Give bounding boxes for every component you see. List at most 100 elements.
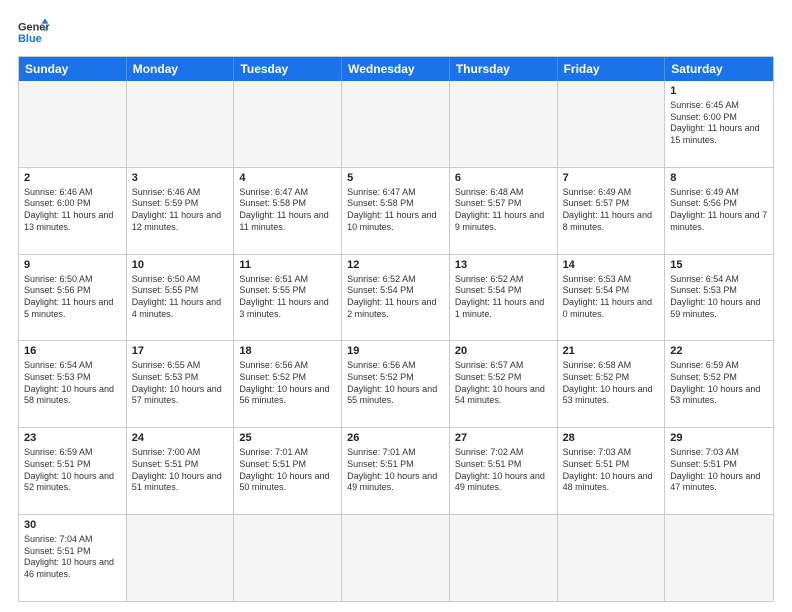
day-info: Sunrise: 6:52 AM Sunset: 5:54 PM Dayligh…	[455, 274, 552, 321]
calendar-cell: 23Sunrise: 6:59 AM Sunset: 5:51 PM Dayli…	[19, 428, 127, 514]
calendar-week-row: 2Sunrise: 6:46 AM Sunset: 6:00 PM Daylig…	[19, 167, 773, 254]
calendar-cell: 26Sunrise: 7:01 AM Sunset: 5:51 PM Dayli…	[342, 428, 450, 514]
calendar-header: SundayMondayTuesdayWednesdayThursdayFrid…	[19, 57, 773, 81]
day-info: Sunrise: 6:55 AM Sunset: 5:53 PM Dayligh…	[132, 360, 229, 407]
calendar-cell: 14Sunrise: 6:53 AM Sunset: 5:54 PM Dayli…	[558, 255, 666, 341]
day-number: 28	[563, 431, 660, 446]
day-number: 20	[455, 344, 552, 359]
calendar: SundayMondayTuesdayWednesdayThursdayFrid…	[18, 56, 774, 602]
day-info: Sunrise: 6:48 AM Sunset: 5:57 PM Dayligh…	[455, 187, 552, 234]
day-info: Sunrise: 7:01 AM Sunset: 5:51 PM Dayligh…	[239, 447, 336, 494]
day-info: Sunrise: 6:56 AM Sunset: 5:52 PM Dayligh…	[239, 360, 336, 407]
day-info: Sunrise: 6:58 AM Sunset: 5:52 PM Dayligh…	[563, 360, 660, 407]
page: General Blue SundayMondayTuesdayWednesda…	[0, 0, 792, 612]
calendar-cell: 19Sunrise: 6:56 AM Sunset: 5:52 PM Dayli…	[342, 341, 450, 427]
day-info: Sunrise: 7:03 AM Sunset: 5:51 PM Dayligh…	[670, 447, 768, 494]
calendar-cell: 2Sunrise: 6:46 AM Sunset: 6:00 PM Daylig…	[19, 168, 127, 254]
day-info: Sunrise: 6:57 AM Sunset: 5:52 PM Dayligh…	[455, 360, 552, 407]
generalblue-logo-icon: General Blue	[18, 18, 50, 46]
day-number: 5	[347, 171, 444, 186]
calendar-cell	[127, 515, 235, 601]
calendar-cell	[558, 515, 666, 601]
day-number: 1	[670, 84, 768, 99]
day-number: 4	[239, 171, 336, 186]
calendar-cell	[19, 81, 127, 167]
day-number: 23	[24, 431, 121, 446]
calendar-week-row: 30Sunrise: 7:04 AM Sunset: 5:51 PM Dayli…	[19, 514, 773, 601]
calendar-week-row: 1Sunrise: 6:45 AM Sunset: 6:00 PM Daylig…	[19, 81, 773, 167]
day-number: 18	[239, 344, 336, 359]
calendar-body: 1Sunrise: 6:45 AM Sunset: 6:00 PM Daylig…	[19, 81, 773, 601]
day-number: 8	[670, 171, 768, 186]
day-info: Sunrise: 6:49 AM Sunset: 5:57 PM Dayligh…	[563, 187, 660, 234]
day-info: Sunrise: 7:00 AM Sunset: 5:51 PM Dayligh…	[132, 447, 229, 494]
calendar-week-row: 9Sunrise: 6:50 AM Sunset: 5:56 PM Daylig…	[19, 254, 773, 341]
day-info: Sunrise: 6:45 AM Sunset: 6:00 PM Dayligh…	[670, 100, 768, 147]
day-number: 21	[563, 344, 660, 359]
calendar-cell: 8Sunrise: 6:49 AM Sunset: 5:56 PM Daylig…	[665, 168, 773, 254]
calendar-cell: 6Sunrise: 6:48 AM Sunset: 5:57 PM Daylig…	[450, 168, 558, 254]
day-info: Sunrise: 7:02 AM Sunset: 5:51 PM Dayligh…	[455, 447, 552, 494]
day-number: 10	[132, 258, 229, 273]
calendar-cell: 25Sunrise: 7:01 AM Sunset: 5:51 PM Dayli…	[234, 428, 342, 514]
calendar-cell	[665, 515, 773, 601]
day-number: 24	[132, 431, 229, 446]
calendar-cell: 21Sunrise: 6:58 AM Sunset: 5:52 PM Dayli…	[558, 341, 666, 427]
day-of-week-header: Sunday	[19, 57, 127, 81]
day-of-week-header: Saturday	[665, 57, 773, 81]
day-info: Sunrise: 6:54 AM Sunset: 5:53 PM Dayligh…	[670, 274, 768, 321]
calendar-cell	[450, 81, 558, 167]
day-of-week-header: Tuesday	[234, 57, 342, 81]
calendar-cell: 10Sunrise: 6:50 AM Sunset: 5:55 PM Dayli…	[127, 255, 235, 341]
calendar-cell: 27Sunrise: 7:02 AM Sunset: 5:51 PM Dayli…	[450, 428, 558, 514]
calendar-cell: 16Sunrise: 6:54 AM Sunset: 5:53 PM Dayli…	[19, 341, 127, 427]
calendar-cell: 15Sunrise: 6:54 AM Sunset: 5:53 PM Dayli…	[665, 255, 773, 341]
day-number: 19	[347, 344, 444, 359]
day-info: Sunrise: 6:50 AM Sunset: 5:56 PM Dayligh…	[24, 274, 121, 321]
day-info: Sunrise: 6:50 AM Sunset: 5:55 PM Dayligh…	[132, 274, 229, 321]
day-info: Sunrise: 6:59 AM Sunset: 5:52 PM Dayligh…	[670, 360, 768, 407]
calendar-cell: 18Sunrise: 6:56 AM Sunset: 5:52 PM Dayli…	[234, 341, 342, 427]
calendar-cell: 7Sunrise: 6:49 AM Sunset: 5:57 PM Daylig…	[558, 168, 666, 254]
day-info: Sunrise: 7:04 AM Sunset: 5:51 PM Dayligh…	[24, 534, 121, 581]
calendar-cell: 5Sunrise: 6:47 AM Sunset: 5:58 PM Daylig…	[342, 168, 450, 254]
day-info: Sunrise: 6:47 AM Sunset: 5:58 PM Dayligh…	[347, 187, 444, 234]
calendar-cell: 9Sunrise: 6:50 AM Sunset: 5:56 PM Daylig…	[19, 255, 127, 341]
day-number: 15	[670, 258, 768, 273]
day-of-week-header: Monday	[127, 57, 235, 81]
day-number: 17	[132, 344, 229, 359]
logo: General Blue	[18, 18, 50, 46]
day-info: Sunrise: 7:03 AM Sunset: 5:51 PM Dayligh…	[563, 447, 660, 494]
calendar-cell	[127, 81, 235, 167]
header: General Blue	[18, 18, 774, 46]
day-number: 25	[239, 431, 336, 446]
day-number: 2	[24, 171, 121, 186]
calendar-cell	[450, 515, 558, 601]
day-info: Sunrise: 6:46 AM Sunset: 5:59 PM Dayligh…	[132, 187, 229, 234]
calendar-cell: 24Sunrise: 7:00 AM Sunset: 5:51 PM Dayli…	[127, 428, 235, 514]
day-info: Sunrise: 6:49 AM Sunset: 5:56 PM Dayligh…	[670, 187, 768, 234]
day-number: 27	[455, 431, 552, 446]
calendar-week-row: 23Sunrise: 6:59 AM Sunset: 5:51 PM Dayli…	[19, 427, 773, 514]
day-info: Sunrise: 6:46 AM Sunset: 6:00 PM Dayligh…	[24, 187, 121, 234]
calendar-cell	[234, 515, 342, 601]
calendar-cell: 3Sunrise: 6:46 AM Sunset: 5:59 PM Daylig…	[127, 168, 235, 254]
day-info: Sunrise: 6:53 AM Sunset: 5:54 PM Dayligh…	[563, 274, 660, 321]
day-of-week-header: Thursday	[450, 57, 558, 81]
calendar-cell	[234, 81, 342, 167]
day-info: Sunrise: 6:56 AM Sunset: 5:52 PM Dayligh…	[347, 360, 444, 407]
day-info: Sunrise: 7:01 AM Sunset: 5:51 PM Dayligh…	[347, 447, 444, 494]
calendar-cell: 4Sunrise: 6:47 AM Sunset: 5:58 PM Daylig…	[234, 168, 342, 254]
calendar-cell: 13Sunrise: 6:52 AM Sunset: 5:54 PM Dayli…	[450, 255, 558, 341]
day-info: Sunrise: 6:51 AM Sunset: 5:55 PM Dayligh…	[239, 274, 336, 321]
calendar-cell: 11Sunrise: 6:51 AM Sunset: 5:55 PM Dayli…	[234, 255, 342, 341]
day-number: 13	[455, 258, 552, 273]
day-info: Sunrise: 6:52 AM Sunset: 5:54 PM Dayligh…	[347, 274, 444, 321]
calendar-cell: 20Sunrise: 6:57 AM Sunset: 5:52 PM Dayli…	[450, 341, 558, 427]
calendar-week-row: 16Sunrise: 6:54 AM Sunset: 5:53 PM Dayli…	[19, 340, 773, 427]
calendar-cell: 1Sunrise: 6:45 AM Sunset: 6:00 PM Daylig…	[665, 81, 773, 167]
calendar-cell: 17Sunrise: 6:55 AM Sunset: 5:53 PM Dayli…	[127, 341, 235, 427]
calendar-cell: 30Sunrise: 7:04 AM Sunset: 5:51 PM Dayli…	[19, 515, 127, 601]
day-number: 11	[239, 258, 336, 273]
day-info: Sunrise: 6:59 AM Sunset: 5:51 PM Dayligh…	[24, 447, 121, 494]
